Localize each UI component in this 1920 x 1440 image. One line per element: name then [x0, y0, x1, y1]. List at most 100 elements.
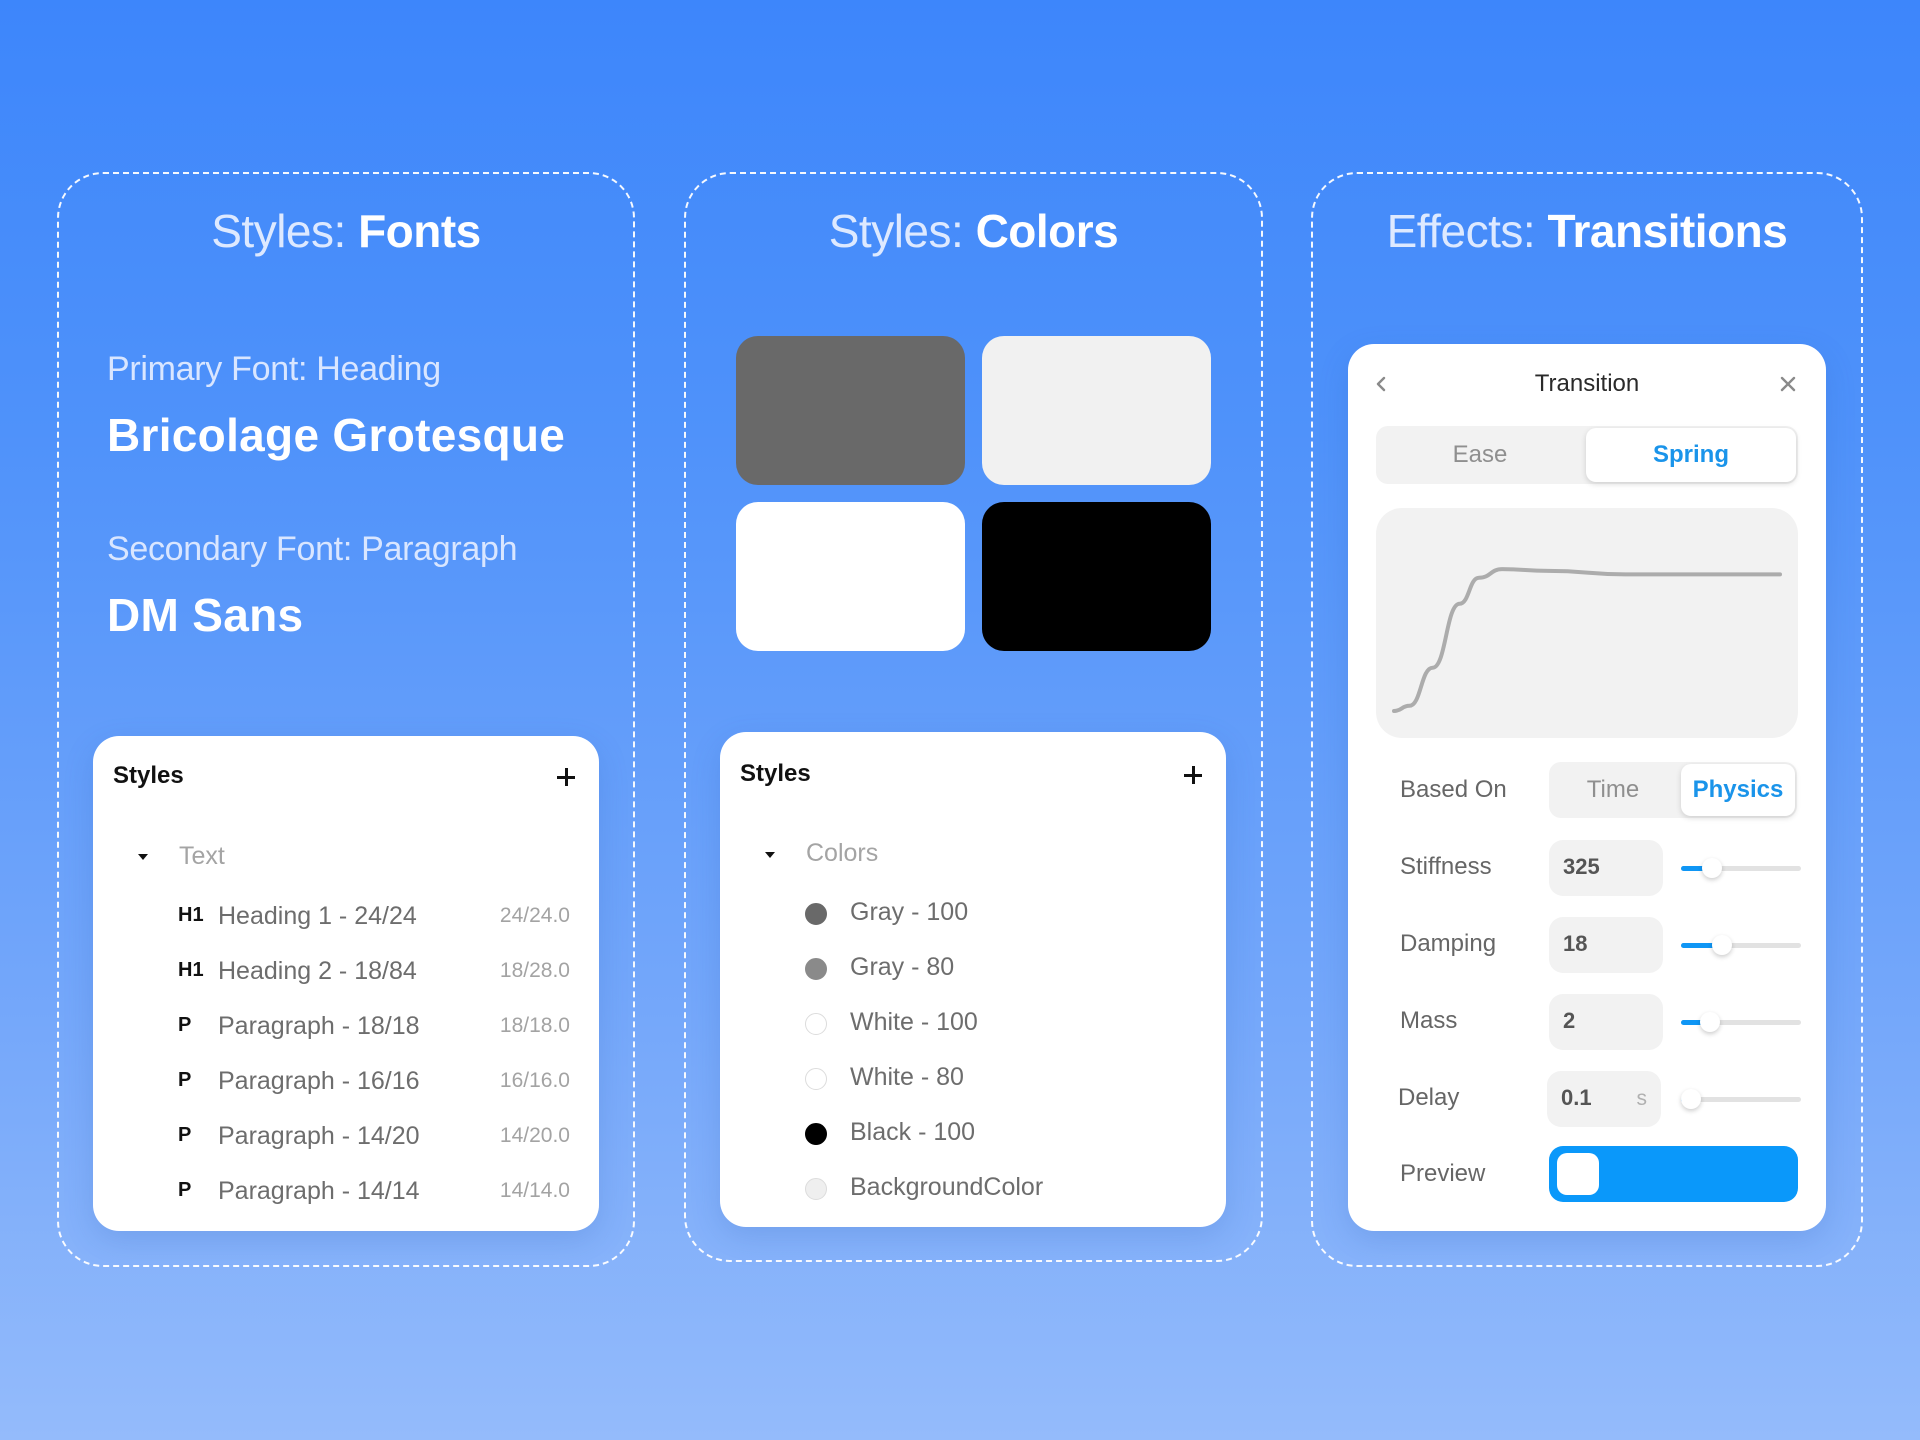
property-slider[interactable]: [1681, 935, 1801, 955]
text-style-row[interactable]: P Paragraph - 14/20 14/20.0: [93, 1116, 599, 1156]
tab-ease[interactable]: Ease: [1376, 426, 1584, 484]
property-input[interactable]: 18: [1549, 917, 1663, 973]
transition-panel: Transition Ease Spring Based On Time Phy…: [1348, 344, 1826, 1231]
color-dot-icon: [805, 1068, 827, 1090]
color-style-row[interactable]: White - 80: [720, 1058, 1226, 1098]
transitions-section-title: Effects: Transitions: [1313, 204, 1861, 258]
preview-label: Preview: [1400, 1160, 1486, 1187]
spring-curve-line: [1392, 567, 1782, 713]
color-styles-panel: Styles Colors Gray - 100 Gray - 80 White -…: [720, 732, 1226, 1227]
group-label-text: Text: [179, 842, 225, 870]
preview-button[interactable]: [1549, 1146, 1798, 1202]
style-metrics: 24/24.0: [499, 904, 570, 927]
color-name: Gray - 100: [850, 898, 969, 926]
caret-down-icon[interactable]: [138, 854, 148, 860]
close-icon[interactable]: [1776, 372, 1800, 396]
secondary-font-name: DM Sans: [107, 589, 304, 641]
slider-thumb[interactable]: [1680, 1089, 1701, 1109]
preview-knob: [1557, 1153, 1599, 1195]
style-tag: P: [178, 1069, 192, 1091]
color-dot-icon: [805, 1178, 827, 1200]
color-style-row[interactable]: Gray - 80: [720, 948, 1226, 988]
property-slider[interactable]: [1681, 1012, 1801, 1032]
property-input[interactable]: 0.1 s: [1547, 1071, 1661, 1127]
color-style-row[interactable]: Gray - 100: [720, 893, 1226, 933]
plus-icon[interactable]: [555, 766, 577, 788]
color-dot-icon: [805, 903, 827, 925]
property-label: Damping: [1400, 930, 1497, 957]
property-label: Mass: [1400, 1007, 1458, 1034]
style-metrics: 14/14.0: [499, 1179, 570, 1202]
caret-down-icon[interactable]: [765, 852, 775, 858]
fonts-section-title: Styles: Fonts: [59, 204, 633, 258]
transition-title: Transition: [1534, 370, 1640, 397]
property-label: Delay: [1398, 1084, 1460, 1111]
primary-font-name: Bricolage Grotesque: [107, 409, 566, 461]
color-swatch[interactable]: [982, 502, 1211, 651]
spring-curve-preview: [1376, 508, 1798, 738]
secondary-font-label: Secondary Font: Paragraph: [107, 530, 518, 568]
property-value: 2: [1563, 1008, 1576, 1033]
color-style-row[interactable]: Black - 100: [720, 1113, 1226, 1153]
text-style-row[interactable]: P Paragraph - 18/18 18/18.0: [93, 1006, 599, 1046]
color-swatch[interactable]: [982, 336, 1211, 485]
color-name: White - 100: [850, 1008, 978, 1036]
color-name: BackgroundColor: [850, 1173, 1044, 1201]
property-label: Stiffness: [1400, 853, 1492, 880]
group-label-colors: Colors: [806, 839, 879, 867]
option-physics[interactable]: Physics: [1681, 764, 1795, 816]
text-style-row[interactable]: H1 Heading 1 - 24/24 24/24.0: [93, 896, 599, 936]
color-dot-icon: [805, 958, 827, 980]
transition-type-tabs: Ease Spring: [1376, 426, 1798, 484]
option-time[interactable]: Time: [1549, 762, 1677, 818]
property-slider[interactable]: [1681, 858, 1801, 878]
slider-thumb[interactable]: [1711, 935, 1732, 955]
slider-thumb[interactable]: [1699, 1012, 1720, 1032]
property-input[interactable]: 325: [1549, 840, 1663, 896]
colors-section-title: Styles: Colors: [686, 204, 1261, 258]
text-style-row[interactable]: P Paragraph - 16/16 16/16.0: [93, 1061, 599, 1101]
color-name: Gray - 80: [850, 953, 955, 981]
color-style-row[interactable]: BackgroundColor: [720, 1168, 1226, 1208]
color-dot-icon: [805, 1013, 827, 1035]
color-swatch[interactable]: [736, 336, 965, 485]
style-tag: P: [178, 1124, 192, 1146]
color-name: Black - 100: [850, 1118, 976, 1146]
color-style-row[interactable]: White - 100: [720, 1003, 1226, 1043]
style-name: Heading 2 - 18/84: [218, 957, 417, 985]
style-name: Paragraph - 16/16: [218, 1067, 420, 1095]
text-style-row[interactable]: P Paragraph - 14/14 14/14.0: [93, 1171, 599, 1211]
tab-spring[interactable]: Spring: [1586, 428, 1796, 482]
color-dot-icon: [805, 1123, 827, 1145]
style-metrics: 18/28.0: [499, 959, 570, 982]
title-light: Styles:: [828, 205, 964, 257]
based-on-toggle: Time Physics: [1549, 762, 1797, 818]
style-name: Paragraph - 14/20: [218, 1122, 420, 1150]
slider-thumb[interactable]: [1702, 858, 1723, 878]
property-value: 325: [1563, 854, 1600, 879]
color-name: White - 80: [850, 1063, 964, 1091]
title-bold: Transitions: [1547, 205, 1788, 257]
spring-curve: [1392, 567, 1782, 713]
style-tag: H1: [178, 959, 204, 981]
plus-icon[interactable]: [1182, 764, 1204, 786]
text-style-row[interactable]: H1 Heading 2 - 18/84 18/28.0: [93, 951, 599, 991]
style-metrics: 16/16.0: [499, 1069, 570, 1092]
property-value: 18: [1563, 931, 1588, 956]
style-metrics: 14/20.0: [499, 1124, 570, 1147]
title-light: Styles:: [211, 205, 346, 257]
property-slider[interactable]: [1680, 1089, 1801, 1109]
text-styles-panel: Styles Text H1 Heading 1 - 24/24 24/24.0 H1…: [93, 736, 599, 1231]
property-input[interactable]: 2: [1549, 994, 1663, 1050]
styles-panel-title: Styles: [113, 762, 184, 789]
style-tag: P: [178, 1179, 192, 1201]
title-bold: Fonts: [358, 205, 481, 257]
color-swatch[interactable]: [736, 502, 965, 651]
style-name: Paragraph - 14/14: [218, 1177, 420, 1205]
slider-fill: [1681, 943, 1716, 948]
style-name: Heading 1 - 24/24: [218, 902, 417, 930]
style-tag: P: [178, 1014, 192, 1036]
title-bold: Colors: [975, 205, 1119, 257]
styles-panel-title: Styles: [740, 760, 811, 787]
style-tag: H1: [178, 904, 204, 926]
